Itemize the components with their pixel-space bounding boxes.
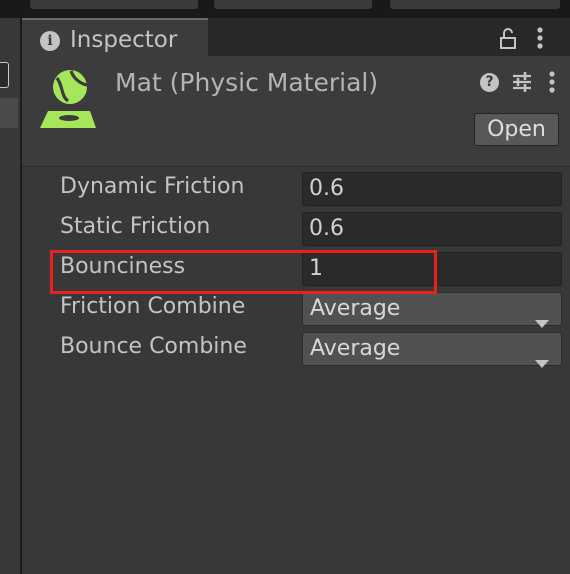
left-panel-field[interactable] <box>0 62 9 88</box>
lock-icon[interactable] <box>498 28 518 54</box>
left-panel-selection[interactable] <box>0 98 18 128</box>
info-icon: i <box>40 31 60 51</box>
static-friction-field[interactable]: 0.6 <box>302 212 562 246</box>
property-label: Bounce Combine <box>60 334 247 359</box>
asset-title: Mat (Physic Material) <box>115 68 379 97</box>
component-menu-icon[interactable] <box>548 70 556 98</box>
property-row-static-friction: Static Friction 0.6 <box>22 212 570 248</box>
open-button[interactable]: Open <box>474 113 559 146</box>
dropdown-value: Average <box>310 336 401 361</box>
property-label: Dynamic Friction <box>60 174 245 199</box>
property-row-friction-combine: Friction Combine Average <box>22 292 570 328</box>
more-options-icon[interactable] <box>536 26 544 54</box>
inspector-tab-bar: i Inspector <box>22 18 570 56</box>
left-panel <box>0 18 21 574</box>
presets-icon[interactable] <box>511 71 533 97</box>
top-toolbar-strip <box>0 0 570 18</box>
dynamic-friction-field[interactable]: 0.6 <box>302 172 562 206</box>
property-row-bounce-combine: Bounce Combine Average <box>22 332 570 368</box>
toolbar-stub-3 <box>390 0 560 9</box>
tab-inspector[interactable]: i Inspector <box>22 18 208 56</box>
property-label: Static Friction <box>60 214 211 239</box>
toolbar-stub-2 <box>214 0 372 9</box>
tab-inspector-label: Inspector <box>70 27 178 53</box>
property-row-dynamic-friction: Dynamic Friction 0.6 <box>22 172 570 208</box>
toolbar-stub-1 <box>30 0 198 9</box>
inspector-panel: Mat (Physic Material) ? Open Dynamic Fri… <box>22 56 570 574</box>
asset-header: Mat (Physic Material) ? Open <box>22 56 570 167</box>
friction-combine-dropdown[interactable]: Average <box>302 292 562 328</box>
chevron-down-icon <box>535 346 549 378</box>
bounciness-highlight-box <box>50 250 437 294</box>
property-label: Friction Combine <box>60 294 246 319</box>
help-icon[interactable]: ? <box>480 73 499 92</box>
dropdown-value: Average <box>310 296 401 321</box>
bounce-combine-dropdown[interactable]: Average <box>302 332 562 368</box>
physic-material-icon <box>38 68 98 134</box>
